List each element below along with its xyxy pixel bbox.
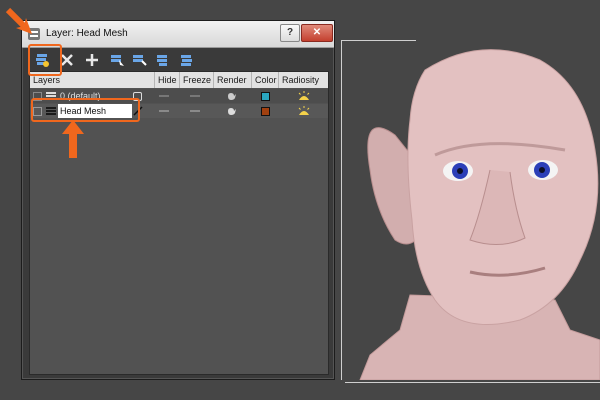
arrow-icon bbox=[5, 7, 32, 34]
create-layer-highlight bbox=[28, 44, 62, 76]
layer-color-swatch[interactable] bbox=[261, 92, 270, 101]
freeze-toggle[interactable] bbox=[190, 110, 200, 112]
column-header-row: Layers Hide Freeze Render Color Radiosit… bbox=[30, 72, 328, 88]
layer-color-swatch[interactable] bbox=[261, 107, 270, 116]
highlight-layer-button[interactable] bbox=[129, 50, 149, 70]
column-color[interactable]: Color bbox=[252, 72, 279, 88]
column-radiosity[interactable]: Radiosity bbox=[279, 72, 328, 88]
freeze-toggle[interactable] bbox=[190, 95, 200, 97]
column-render[interactable]: Render bbox=[214, 72, 252, 88]
arrow-icon bbox=[62, 120, 84, 158]
layer-properties-icon bbox=[181, 55, 192, 66]
title-bar[interactable]: Layer: Head Mesh ? ✕ bbox=[22, 21, 334, 48]
hide-freeze-button[interactable] bbox=[153, 50, 173, 70]
hide-toggle[interactable] bbox=[159, 110, 169, 112]
select-in-layer-button[interactable] bbox=[107, 50, 127, 70]
radiosity-icon[interactable] bbox=[297, 90, 311, 102]
column-hide[interactable]: Hide bbox=[155, 72, 180, 88]
add-to-layer-button[interactable] bbox=[82, 50, 102, 70]
hide-freeze-icon bbox=[157, 55, 167, 66]
window-title: Layer: Head Mesh bbox=[46, 28, 128, 39]
render-teapot-icon[interactable] bbox=[227, 106, 237, 116]
add-to-layer-icon bbox=[86, 54, 98, 66]
radiosity-icon[interactable] bbox=[297, 105, 311, 117]
close-button[interactable]: ✕ bbox=[301, 24, 333, 42]
layer-dialog: Layer: Head Mesh ? ✕ Layers Hide Freeze … bbox=[21, 20, 335, 380]
help-button[interactable]: ? bbox=[280, 24, 300, 42]
viewport-frame-line bbox=[345, 382, 600, 383]
head-mesh-model bbox=[359, 49, 600, 380]
layer-properties-button[interactable] bbox=[177, 50, 197, 70]
highlight-layer-icon bbox=[133, 55, 147, 66]
column-freeze[interactable]: Freeze bbox=[180, 72, 214, 88]
hide-toggle[interactable] bbox=[159, 95, 169, 97]
layer-toolbar bbox=[23, 48, 333, 72]
render-teapot-icon[interactable] bbox=[227, 91, 237, 101]
select-in-layer-icon bbox=[111, 55, 124, 66]
